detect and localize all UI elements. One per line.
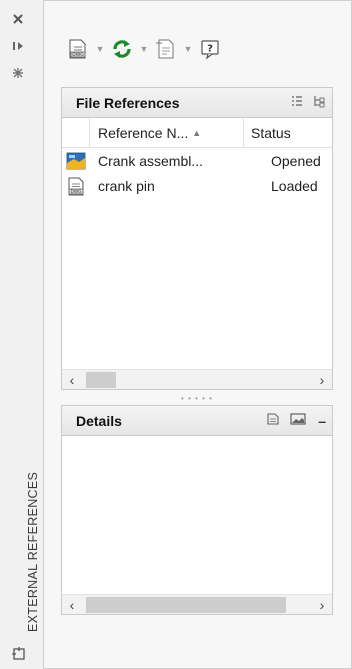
palette-strip: EXTERNAL REFERENCES xyxy=(0,0,44,669)
horizontal-scrollbar[interactable]: ‹ › xyxy=(62,369,332,389)
table-row[interactable]: Crank assembl... Opened xyxy=(62,148,332,173)
scroll-thumb[interactable] xyxy=(86,596,286,613)
chevron-down-icon[interactable]: ▼ xyxy=(136,44,152,54)
close-icon[interactable] xyxy=(8,10,28,28)
scroll-right-icon[interactable]: › xyxy=(312,370,332,390)
xref-panel: DWG ▼ ▼ ▼ ? File References Reference N.… xyxy=(44,0,352,669)
table-row[interactable]: DWG crank pin Loaded xyxy=(62,173,332,198)
svg-text:?: ? xyxy=(207,44,213,55)
dwg-icon: DWG xyxy=(62,176,90,196)
section-title: File References xyxy=(76,94,180,111)
column-header-status[interactable]: Status xyxy=(244,118,291,147)
preview-icon[interactable] xyxy=(290,412,306,429)
reference-name: crank pin xyxy=(98,177,155,194)
details-view-icon[interactable] xyxy=(266,412,280,429)
details-section: Details – ‹ › xyxy=(61,405,333,615)
chevron-down-icon[interactable]: ▼ xyxy=(92,44,108,54)
scroll-track[interactable] xyxy=(82,596,312,614)
column-header-reference-name[interactable]: Reference N... ▲ xyxy=(90,118,244,147)
file-references-header: File References xyxy=(62,88,332,118)
horizontal-scrollbar[interactable]: ‹ › xyxy=(62,594,332,614)
collapse-icon[interactable]: – xyxy=(318,413,326,429)
palette-title: EXTERNAL REFERENCES xyxy=(26,471,40,632)
drawing-icon xyxy=(62,152,90,170)
change-path-icon[interactable] xyxy=(152,35,180,63)
column-header-row: Reference N... ▲ Status xyxy=(62,118,332,148)
scroll-left-icon[interactable]: ‹ xyxy=(62,595,82,615)
section-title: Details xyxy=(76,412,122,429)
icon-column-header xyxy=(62,118,90,147)
chevron-down-icon[interactable]: ▼ xyxy=(180,44,196,54)
refresh-icon[interactable] xyxy=(108,35,136,63)
splitter-grip[interactable]: • • • • • xyxy=(61,391,333,405)
svg-text:DWG: DWG xyxy=(72,52,84,58)
help-icon[interactable]: ? xyxy=(196,35,224,63)
reference-name: Crank assembl... xyxy=(98,152,204,169)
scroll-thumb[interactable] xyxy=(86,371,116,388)
auto-hide-icon[interactable] xyxy=(8,37,28,55)
column-label: Reference N... xyxy=(98,124,189,141)
scroll-right-icon[interactable]: › xyxy=(312,595,332,615)
scroll-left-icon[interactable]: ‹ xyxy=(62,370,82,390)
reference-status: Loaded xyxy=(271,177,318,194)
tree-view-icon[interactable] xyxy=(312,94,326,111)
attach-dwg-icon[interactable]: DWG xyxy=(64,35,92,63)
svg-text:DWG: DWG xyxy=(71,189,82,195)
reference-status: Opened xyxy=(271,152,321,169)
properties-icon[interactable] xyxy=(8,64,28,82)
file-references-section: File References Reference N... ▲ Status xyxy=(61,87,333,390)
xref-palette-icon xyxy=(10,645,28,666)
sort-ascending-icon: ▲ xyxy=(192,127,202,138)
column-label: Status xyxy=(251,124,291,141)
list-view-icon[interactable] xyxy=(290,94,304,111)
details-header: Details – xyxy=(62,406,332,436)
toolbar: DWG ▼ ▼ ▼ ? xyxy=(64,31,224,67)
scroll-track[interactable] xyxy=(82,371,312,389)
